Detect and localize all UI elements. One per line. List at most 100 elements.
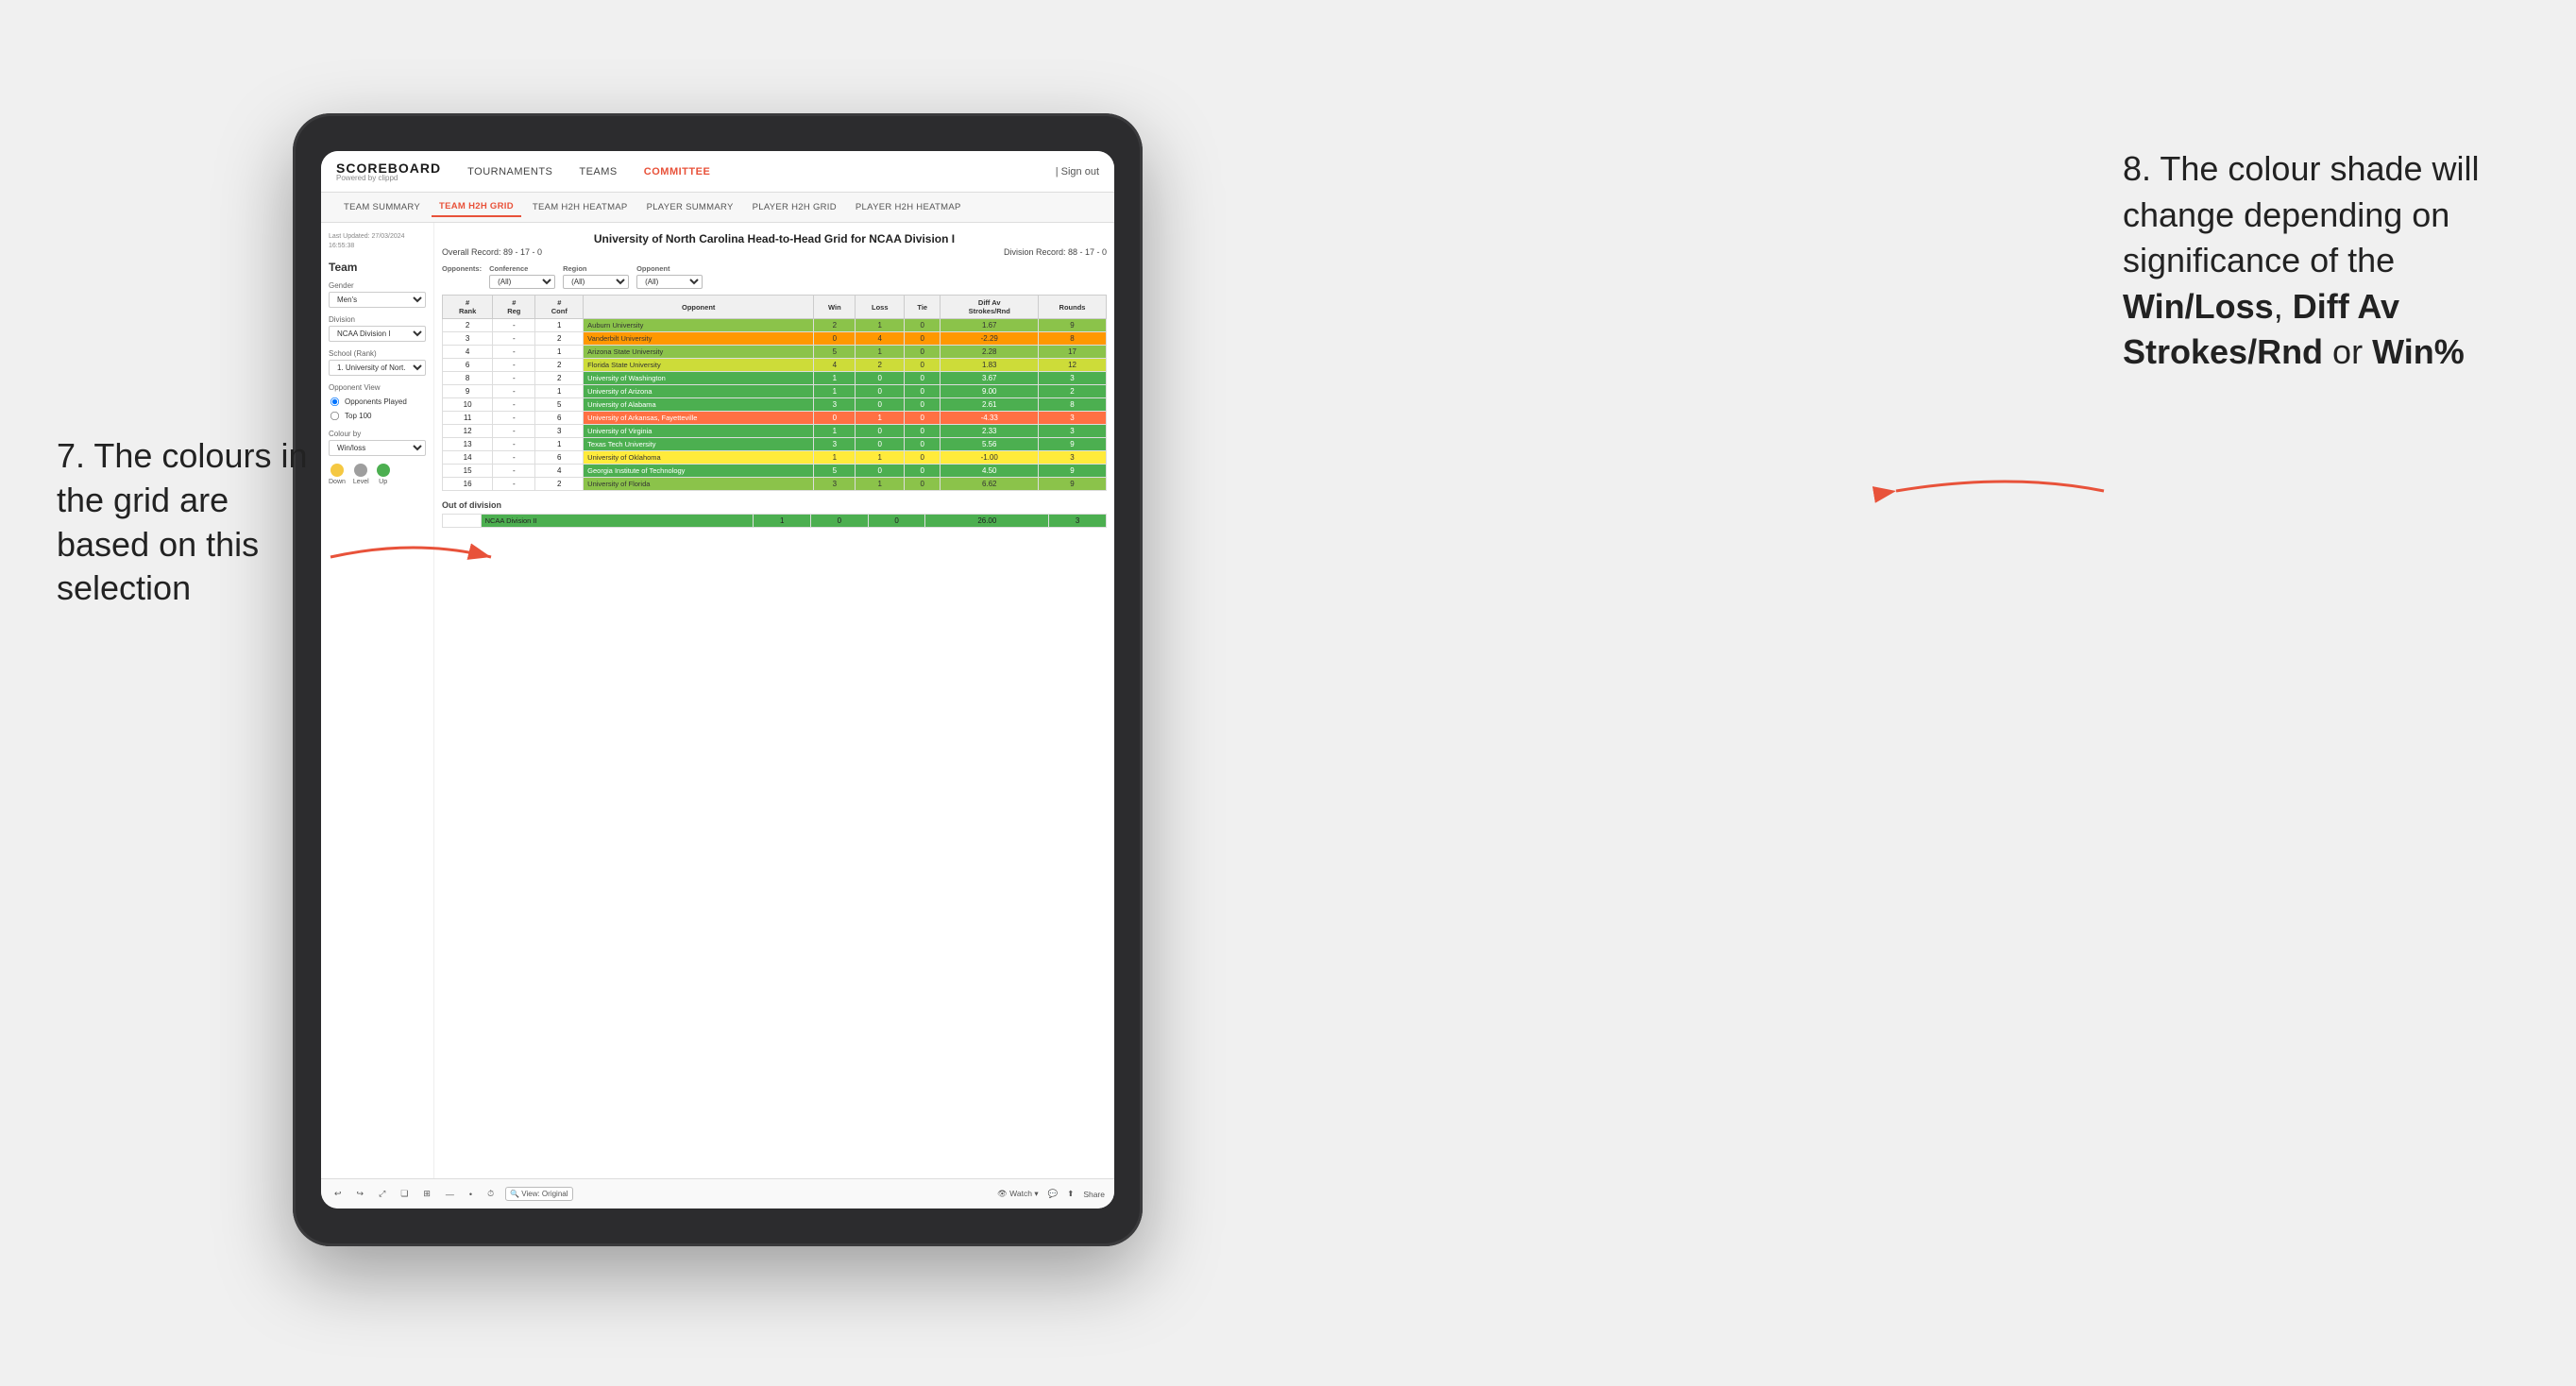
tab-team-h2h-grid[interactable]: TEAM H2H GRID [432, 197, 521, 217]
opponent-view-group: Opponents Played Top 100 [329, 396, 426, 422]
app-logo: SCOREBOARD [336, 161, 441, 175]
toolbar-comment[interactable]: 💬 [1048, 1189, 1059, 1199]
opponents-filter-group: Opponents: [442, 264, 482, 273]
table-row: 15-4Georgia Institute of Technology5004.… [443, 465, 1107, 478]
app-logo-sub: Powered by clippd [336, 175, 441, 182]
out-of-division: Out of division NCAA Division II 1 0 0 2… [442, 500, 1107, 528]
table-header-row: #Rank #Reg #Conf Opponent Win Loss Tie D… [443, 296, 1107, 319]
division-record: Division Record: 88 - 17 - 0 [1004, 247, 1107, 257]
conference-filter-label: Conference [489, 264, 555, 273]
division-label: Division [329, 315, 426, 324]
legend-up: Up [377, 464, 390, 485]
out-div-name: NCAA Division II [481, 515, 754, 528]
conference-filter-group: Conference (All) [489, 264, 555, 289]
grid-area: University of North Carolina Head-to-Hea… [434, 223, 1114, 1178]
toolbar-undo[interactable]: ↩ [330, 1187, 346, 1201]
legend-level-dot [354, 464, 367, 477]
sub-nav: TEAM SUMMARY TEAM H2H GRID TEAM H2H HEAT… [321, 193, 1114, 223]
out-div-rounds: 3 [1049, 515, 1107, 528]
conference-filter-select[interactable]: (All) [489, 275, 555, 289]
arrow-right [1868, 463, 2113, 519]
table-row: 10-5University of Alabama3002.618 [443, 398, 1107, 412]
gender-label: Gender [329, 281, 426, 290]
nav-teams[interactable]: TEAMS [575, 164, 620, 179]
radio-opponents-played[interactable]: Opponents Played [329, 396, 426, 408]
col-diff: Diff AvStrokes/Rnd [941, 296, 1039, 319]
toolbar-grid[interactable]: ⊞ [419, 1187, 434, 1201]
col-conf: #Conf [535, 296, 584, 319]
gender-select[interactable]: Men's [329, 292, 426, 308]
team-section-title: Team [329, 261, 426, 274]
tab-team-h2h-heatmap[interactable]: TEAM H2H HEATMAP [525, 198, 636, 216]
opponent-filter-select[interactable]: (All) [636, 275, 703, 289]
sign-out-link[interactable]: | Sign out [1056, 166, 1099, 177]
nav-committee[interactable]: COMMITTEE [640, 164, 715, 179]
region-filter-label: Region [563, 264, 629, 273]
col-tie: Tie [905, 296, 941, 319]
table-row: 12-3University of Virginia1002.333 [443, 425, 1107, 438]
legend-down-dot [330, 464, 344, 477]
tab-team-summary[interactable]: TEAM SUMMARY [336, 198, 428, 216]
region-filter-select[interactable]: (All) [563, 275, 629, 289]
out-div-empty [443, 515, 482, 528]
toolbar-share-label[interactable]: Share [1083, 1190, 1105, 1199]
table-row: 14-6University of Oklahoma110-1.003 [443, 451, 1107, 465]
logo-area: SCOREBOARD Powered by clippd [336, 161, 441, 182]
radio-top-100[interactable]: Top 100 [329, 410, 426, 422]
out-div-loss: 0 [811, 515, 869, 528]
school-select[interactable]: 1. University of Nort... [329, 360, 426, 376]
toolbar-dash[interactable]: — [442, 1188, 458, 1201]
out-of-division-title: Out of division [442, 500, 1107, 510]
sidebar: Last Updated: 27/03/2024 16:55:38 Team G… [321, 223, 434, 1178]
opponent-view-label: Opponent View [329, 383, 426, 392]
colour-by-select[interactable]: Win/loss [329, 440, 426, 456]
nav-tournaments[interactable]: TOURNAMENTS [464, 164, 556, 179]
main-nav: TOURNAMENTS TEAMS COMMITTEE [464, 164, 1033, 179]
bottom-toolbar: ↩ ↪ ⤢ ❏ ⊞ — • ⏱ 🔍 View: Original 👁 Watch… [321, 1178, 1114, 1209]
out-div-diff: 26.00 [925, 515, 1049, 528]
out-div-win: 1 [754, 515, 811, 528]
tab-player-summary[interactable]: PLAYER SUMMARY [639, 198, 741, 216]
arrow-left [321, 529, 510, 585]
tab-player-h2h-heatmap[interactable]: PLAYER H2H HEATMAP [848, 198, 969, 216]
table-row: 16-2University of Florida3106.629 [443, 478, 1107, 491]
grid-title: University of North Carolina Head-to-Hea… [442, 232, 1107, 245]
table-row: 13-1Texas Tech University3005.569 [443, 438, 1107, 451]
toolbar-expand[interactable]: ⤢ [375, 1187, 389, 1201]
colour-by-label: Colour by [329, 430, 426, 438]
col-rounds: Rounds [1039, 296, 1107, 319]
toolbar-watch[interactable]: 👁 Watch ▾ [997, 1189, 1039, 1199]
region-filter-group: Region (All) [563, 264, 629, 289]
table-row: 11-6University of Arkansas, Fayetteville… [443, 412, 1107, 425]
table-row: 6-2Florida State University4201.8312 [443, 359, 1107, 372]
overall-record: Overall Record: 89 - 17 - 0 [442, 247, 542, 257]
out-of-division-row: NCAA Division II 1 0 0 26.00 3 [443, 515, 1107, 528]
table-row: 9-1University of Arizona1009.002 [443, 385, 1107, 398]
col-rank: #Rank [443, 296, 493, 319]
table-row: 3-2Vanderbilt University040-2.298 [443, 332, 1107, 346]
ipad-device: SCOREBOARD Powered by clippd TOURNAMENTS… [293, 113, 1143, 1246]
opponents-label: Opponents: [442, 264, 482, 273]
table-row: 2-1Auburn University2101.679 [443, 319, 1107, 332]
col-opponent: Opponent [584, 296, 814, 319]
filters-row: Opponents: Conference (All) Region (All) [442, 264, 1107, 289]
toolbar-redo[interactable]: ↪ [353, 1187, 368, 1201]
toolbar-copy[interactable]: ❏ [397, 1187, 412, 1201]
toolbar-right: 👁 Watch ▾ 💬 ⬆ Share [997, 1189, 1105, 1199]
annotation-right: 8. The colour shade will change dependin… [2123, 146, 2519, 376]
col-loss: Loss [856, 296, 905, 319]
last-updated: Last Updated: 27/03/2024 16:55:38 [329, 232, 426, 251]
toolbar-view[interactable]: 🔍 View: Original [505, 1187, 572, 1201]
out-of-division-table: NCAA Division II 1 0 0 26.00 3 [442, 514, 1107, 528]
toolbar-timer[interactable]: ⏱ [483, 1187, 498, 1201]
col-reg: #Reg [493, 296, 535, 319]
toolbar-share-icon[interactable]: ⬆ [1067, 1189, 1074, 1199]
opponent-filter-label: Opponent [636, 264, 703, 273]
table-row: 8-2University of Washington1003.673 [443, 372, 1107, 385]
toolbar-dot[interactable]: • [466, 1188, 476, 1201]
app-header: SCOREBOARD Powered by clippd TOURNAMENTS… [321, 151, 1114, 193]
main-content: Last Updated: 27/03/2024 16:55:38 Team G… [321, 223, 1114, 1178]
tab-player-h2h-grid[interactable]: PLAYER H2H GRID [745, 198, 844, 216]
division-select[interactable]: NCAA Division I [329, 326, 426, 342]
h2h-table: #Rank #Reg #Conf Opponent Win Loss Tie D… [442, 295, 1107, 491]
